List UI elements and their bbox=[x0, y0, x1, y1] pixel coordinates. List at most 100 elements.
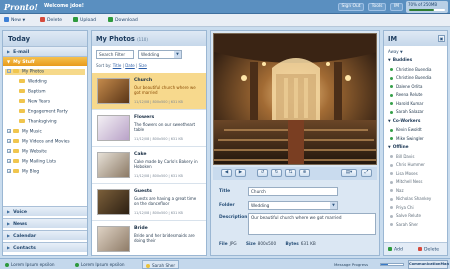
delete-button[interactable]: Delete bbox=[40, 17, 62, 23]
buddy-item[interactable]: Christine Buendia bbox=[390, 67, 432, 72]
tree-item[interactable]: - My Photos bbox=[5, 69, 85, 75]
new-button[interactable]: New ▼ bbox=[4, 17, 25, 23]
list-title: My Photos (110) bbox=[92, 31, 206, 46]
collapse-icon[interactable]: - bbox=[7, 69, 11, 73]
expand-icon[interactable]: + bbox=[7, 169, 11, 173]
photo-description: The flowers on our sweetheart table bbox=[134, 122, 196, 133]
buddy-item[interactable]: Nicholas Shankey bbox=[390, 196, 431, 201]
im-button[interactable]: IM bbox=[390, 3, 403, 11]
buddy-item[interactable]: Christine Buendia bbox=[390, 75, 432, 80]
fullscreen-icon[interactable]: ⤢ bbox=[361, 169, 372, 177]
tree-item[interactable]: + My Videos and Movies bbox=[7, 139, 70, 145]
presence-icon bbox=[390, 197, 393, 201]
photo-list-item[interactable]: Bride Bride and her bridesmaids are doing… bbox=[92, 221, 206, 257]
flip-icon[interactable]: ⇆ bbox=[285, 169, 296, 177]
title-field[interactable]: Church bbox=[248, 187, 338, 196]
buddy-item[interactable]: Mitchell Ness bbox=[390, 179, 422, 184]
section-calendar[interactable]: ▶ Calendar bbox=[3, 230, 87, 240]
buddy-group-header[interactable]: ▼ Buddies bbox=[388, 58, 412, 63]
expand-icon[interactable]: + bbox=[7, 139, 11, 143]
list-count: (110) bbox=[137, 37, 148, 42]
photo-title: Cake bbox=[134, 152, 147, 157]
chat-tab-1[interactable]: Lorem Ipsum epsilon bbox=[2, 260, 58, 269]
buddy-item[interactable]: Sarah Salazar bbox=[390, 109, 424, 114]
section-email[interactable]: ▶ E-mail bbox=[3, 46, 87, 56]
buddy-item[interactable]: Harold Kumar bbox=[390, 101, 423, 106]
expand-icon[interactable]: + bbox=[7, 159, 11, 163]
add-buddy-button[interactable]: Add bbox=[388, 247, 403, 253]
next-icon[interactable]: ▶ bbox=[235, 169, 246, 177]
presence-icon bbox=[390, 163, 393, 167]
photo-list-item[interactable]: Church Our beautiful church where we got … bbox=[92, 73, 206, 110]
download-button[interactable]: Download bbox=[108, 17, 138, 23]
sign-out-button[interactable]: Sign Out bbox=[338, 3, 364, 11]
photo-list-item[interactable]: Flowers The flowers on our sweetheart tab… bbox=[92, 110, 206, 147]
delete-buddy-button[interactable]: Delete bbox=[418, 247, 439, 253]
folder-icon bbox=[13, 139, 19, 143]
buddy-item[interactable]: Mike Swingler bbox=[390, 136, 424, 141]
sort-title-link[interactable]: Title bbox=[113, 63, 122, 68]
tree-item[interactable]: Wedding bbox=[19, 79, 47, 85]
buddy-item[interactable]: Bill Davis bbox=[390, 154, 414, 159]
buddy-item[interactable]: Kevin Ewoldt bbox=[390, 127, 422, 132]
previous-icon[interactable]: ◀ bbox=[221, 169, 232, 177]
tree-item[interactable]: Thanksgiving bbox=[19, 119, 57, 125]
file-bytes: 631 KB bbox=[300, 241, 316, 246]
presence-icon bbox=[390, 85, 393, 88]
message-progress-fill bbox=[381, 264, 388, 265]
zoom-icon[interactable]: ⊕ bbox=[299, 169, 310, 177]
rotate-left-icon[interactable]: ↺ bbox=[257, 169, 268, 177]
rotate-right-icon[interactable]: ↻ bbox=[271, 169, 282, 177]
tree-item[interactable]: + My Website bbox=[7, 149, 47, 155]
presence-icon bbox=[390, 93, 393, 97]
buddy-item[interactable]: Reena Relute bbox=[390, 92, 423, 97]
description-field[interactable]: Our beautiful church where we got marrie… bbox=[248, 213, 376, 235]
buddy-item[interactable]: Dalene Orlita bbox=[390, 84, 422, 89]
photo-meta: 11/12/08 | 800x500 | 631 KB bbox=[134, 174, 183, 178]
tree-item[interactable]: Engagement Party bbox=[19, 109, 68, 115]
buddy-item[interactable]: Chris Hummer bbox=[390, 162, 425, 167]
presence-icon bbox=[390, 180, 393, 184]
presence-icon bbox=[390, 128, 393, 132]
tools-button[interactable]: Tools bbox=[368, 3, 386, 11]
section-news[interactable]: ▶ News bbox=[3, 218, 87, 228]
tree-item[interactable]: New Years bbox=[19, 99, 50, 105]
more-actions-icon[interactable]: ▤▾ bbox=[341, 169, 357, 177]
sort-date-link[interactable]: Date bbox=[125, 63, 135, 68]
folder-field[interactable]: Wedding ▼ bbox=[248, 201, 338, 210]
expand-icon[interactable]: + bbox=[7, 129, 11, 133]
upload-button[interactable]: Upload bbox=[73, 17, 96, 23]
buddy-item[interactable]: Priya Chi bbox=[390, 205, 414, 210]
search-filter-input[interactable]: Search Filter bbox=[96, 50, 134, 59]
buddy-group-header[interactable]: ▼ Co-Workers bbox=[388, 119, 420, 124]
chevron-right-icon: ▶ bbox=[7, 221, 11, 226]
file-type: JPG bbox=[229, 241, 237, 246]
photo-list-item[interactable]: Cake Cake made by Carlo's Bakery in Hobok… bbox=[92, 147, 206, 184]
chat-tab-3[interactable]: Sarah Sher bbox=[142, 260, 180, 269]
photo-list-item[interactable]: Guests Guests are having a great time on … bbox=[92, 184, 206, 221]
section-voice[interactable]: ▶ Voice bbox=[3, 206, 87, 216]
tree-item[interactable]: + My Music bbox=[7, 129, 42, 135]
description-label: Description bbox=[219, 215, 248, 220]
collapse-icon: ▼ bbox=[388, 118, 391, 123]
section-contacts[interactable]: ▶ Contacts bbox=[3, 242, 87, 252]
quota-text: 70% of 250MB bbox=[408, 2, 438, 7]
buddy-group-header[interactable]: ▼ Offline bbox=[388, 145, 409, 150]
buddy-item[interactable]: Naz bbox=[390, 188, 404, 193]
chat-tab-2[interactable]: Lorem Ipsum epsilon bbox=[72, 260, 128, 269]
im-settings-icon[interactable]: ▣ bbox=[438, 35, 445, 42]
expand-icon[interactable]: + bbox=[7, 149, 11, 153]
sort-size-link[interactable]: Size bbox=[139, 63, 147, 68]
folder-select[interactable]: Wedding ▼ bbox=[138, 50, 182, 59]
presence-icon bbox=[390, 110, 393, 114]
buddy-item[interactable]: Lisa Moses bbox=[390, 171, 418, 176]
tree-item[interactable]: + My Mailing Lists bbox=[7, 159, 56, 165]
folder-icon bbox=[13, 149, 19, 153]
tree-item[interactable]: + My Blog bbox=[7, 169, 39, 175]
buddy-item[interactable]: Salve Relute bbox=[390, 213, 421, 218]
section-my-stuff[interactable]: ▼ My Stuff bbox=[3, 56, 87, 66]
im-status-select[interactable]: Away ▼ bbox=[388, 49, 403, 54]
buddy-item[interactable]: Sarah Sher bbox=[390, 222, 418, 227]
presence-icon bbox=[390, 137, 393, 140]
tree-item[interactable]: Baptism bbox=[19, 89, 46, 95]
